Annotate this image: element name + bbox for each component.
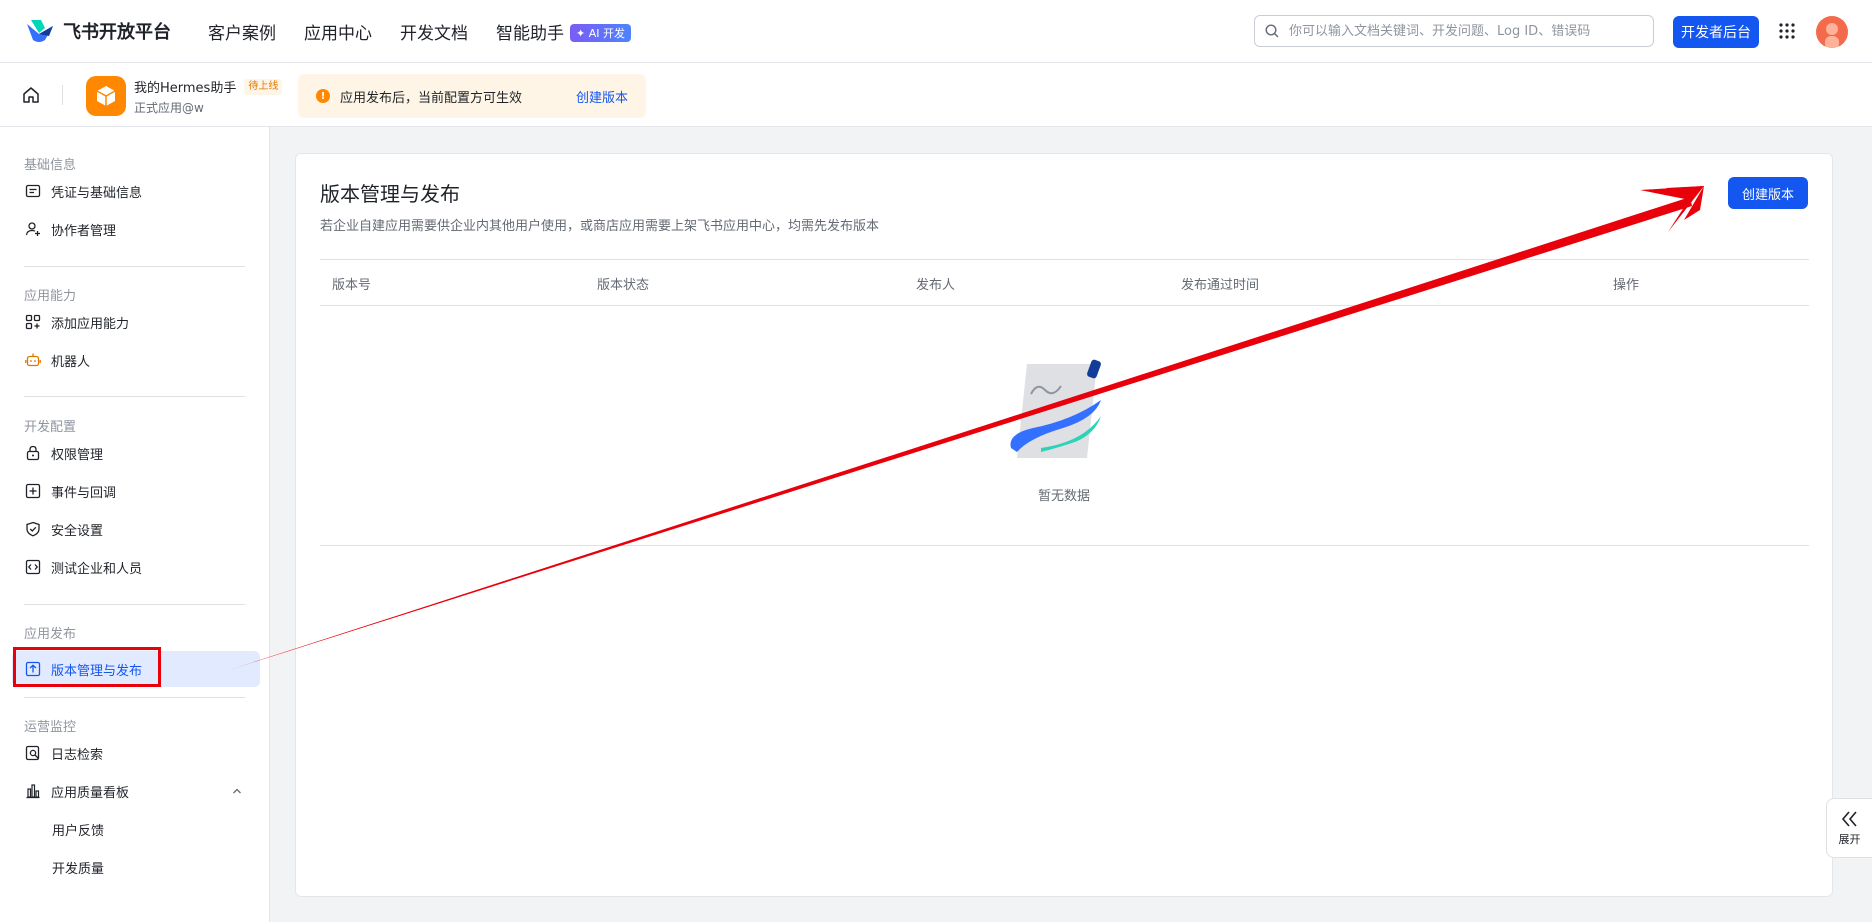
double-chevron-left-icon	[1841, 811, 1857, 827]
empty-state-illustration	[1010, 359, 1101, 458]
table-bottom-divider	[320, 545, 1809, 546]
developer-console-button[interactable]: 开发者后台	[1673, 16, 1759, 48]
sidebar-item-quality-dashboard[interactable]: 应用质量看板	[12, 773, 260, 809]
nav-ai-assistant[interactable]: 智能助手 ✦ AI 开发	[496, 19, 631, 44]
shield-icon	[25, 521, 41, 537]
sidebar-item-label: 日志检索	[51, 747, 104, 763]
nav-customer-cases[interactable]: 客户案例	[208, 19, 276, 44]
sidebar-item-label: 机器人	[51, 354, 91, 370]
sidebar-item-version-release[interactable]: 版本管理与发布	[12, 651, 260, 687]
sidebar-item-bot[interactable]: 机器人	[12, 342, 260, 378]
sidebar-item-label: 安全设置	[51, 523, 104, 539]
top-navigation-bar: 飞书开放平台 客户案例 应用中心 开发文档 智能助手 ✦ AI 开发 开发者后台	[0, 0, 1872, 63]
sidebar-item-label: 添加应用能力	[51, 316, 130, 332]
sidebar-item-user-feedback[interactable]: 用户反馈	[12, 811, 260, 847]
sidebar-divider	[24, 697, 245, 698]
sidebar-item-label: 协作者管理	[51, 223, 117, 239]
app-context-bar: 我的Hermes助手 待上线 正式应用@w ! 应用发布后，当前配置方可生效 创…	[0, 63, 1872, 127]
chart-bar-icon	[25, 783, 41, 799]
sidebar-divider	[24, 266, 245, 267]
sidebar-group-dev-config: 开发配置	[24, 420, 77, 435]
version-management-card: 版本管理与发布 若企业自建应用需要供企业内其他用户使用，或商店应用需要上架飞书应…	[295, 153, 1833, 897]
user-add-icon	[25, 221, 41, 237]
feishu-logo-icon	[27, 20, 53, 42]
empty-state-text: 暂无数据	[1037, 489, 1090, 504]
sidebar-item-label: 版本管理与发布	[51, 663, 143, 679]
sidebar-group-operations: 运营监控	[24, 720, 77, 735]
id-card-icon	[25, 183, 41, 199]
page-title: 版本管理与发布	[320, 182, 460, 206]
sidebar-group-capabilities: 应用能力	[24, 289, 77, 304]
app-icon[interactable]	[86, 76, 126, 116]
sidebar-item-label: 凭证与基础信息	[51, 185, 143, 201]
create-version-button[interactable]: 创建版本	[1728, 177, 1808, 209]
event-icon	[25, 483, 41, 499]
publish-notice: ! 应用发布后，当前配置方可生效 创建版本	[298, 74, 646, 118]
notice-create-version-link[interactable]: 创建版本	[576, 87, 628, 106]
sidebar: 基础信息 凭证与基础信息 协作者管理 应用能力 添加应用能力 机器人 开发配置 …	[0, 127, 270, 922]
notice-text: 应用发布后，当前配置方可生效	[340, 90, 523, 106]
home-icon[interactable]	[21, 85, 41, 105]
logo-text: 飞书开放平台	[63, 22, 171, 43]
apps-add-icon	[25, 314, 41, 330]
lock-icon	[25, 445, 41, 461]
top-nav: 客户案例 应用中心 开发文档 智能助手 ✦ AI 开发	[208, 0, 631, 63]
column-header-status: 版本状态	[597, 278, 650, 293]
sidebar-group-release: 应用发布	[24, 627, 77, 642]
app-name-row: 我的Hermes助手 待上线	[134, 77, 283, 96]
sidebar-group-basic: 基础信息	[24, 158, 77, 173]
appbar-divider	[62, 85, 63, 105]
box-cube-icon	[96, 86, 116, 106]
expand-panel-tab[interactable]: 展开	[1826, 798, 1872, 858]
search-icon	[1265, 24, 1279, 38]
log-search-icon	[25, 745, 41, 761]
sidebar-item-label: 事件与回调	[51, 485, 117, 501]
sidebar-item-permissions[interactable]: 权限管理	[12, 435, 260, 471]
sidebar-divider	[24, 396, 245, 397]
warning-icon: !	[316, 89, 330, 103]
sidebar-item-collaborators[interactable]: 协作者管理	[12, 211, 260, 247]
sidebar-item-label: 测试企业和人员	[51, 561, 143, 577]
sidebar-divider	[24, 604, 245, 605]
column-header-publisher: 发布人	[916, 278, 956, 293]
sidebar-item-security[interactable]: 安全设置	[12, 511, 260, 547]
code-icon	[25, 559, 41, 575]
nav-ai-assistant-label: 智能助手	[496, 24, 564, 44]
robot-icon	[25, 352, 41, 368]
avatar-person-icon	[1825, 23, 1839, 48]
sidebar-item-label: 权限管理	[51, 447, 104, 463]
platform-logo[interactable]: 飞书开放平台	[25, 18, 171, 44]
sidebar-item-dev-quality[interactable]: 开发质量	[12, 849, 260, 885]
page-description: 若企业自建应用需要供企业内其他用户使用，或商店应用需要上架飞书应用中心，均需先发…	[320, 219, 880, 234]
user-avatar[interactable]	[1816, 16, 1848, 48]
column-header-version: 版本号	[332, 278, 372, 293]
nav-app-center[interactable]: 应用中心	[304, 19, 372, 44]
version-table-header: 版本号 版本状态 发布人 发布通过时间 操作	[320, 259, 1809, 306]
sidebar-item-add-capability[interactable]: 添加应用能力	[12, 304, 260, 340]
app-name: 我的Hermes助手	[134, 81, 237, 96]
sidebar-item-label: 应用质量看板	[51, 785, 130, 801]
expand-label: 展开	[1838, 833, 1861, 846]
search-box[interactable]	[1254, 15, 1654, 47]
upload-icon	[25, 661, 41, 677]
sidebar-item-test-tenant[interactable]: 测试企业和人员	[12, 549, 260, 585]
app-grid-icon[interactable]	[1778, 22, 1796, 40]
app-type: 正式应用@w	[134, 101, 204, 115]
nav-dev-docs[interactable]: 开发文档	[400, 19, 468, 44]
chevron-up-icon[interactable]	[232, 786, 242, 796]
sidebar-item-events[interactable]: 事件与回调	[12, 473, 260, 509]
sidebar-item-log-search[interactable]: 日志检索	[12, 735, 260, 771]
status-badge: 待上线	[244, 78, 283, 95]
sidebar-item-label: 开发质量	[52, 861, 105, 877]
column-header-actions: 操作	[1613, 278, 1640, 293]
ai-dev-badge: ✦ AI 开发	[570, 24, 631, 42]
column-header-approved-time: 发布通过时间	[1181, 278, 1260, 293]
search-input[interactable]	[1287, 22, 1643, 40]
sidebar-item-label: 用户反馈	[52, 823, 105, 839]
sidebar-item-credentials[interactable]: 凭证与基础信息	[12, 173, 260, 209]
